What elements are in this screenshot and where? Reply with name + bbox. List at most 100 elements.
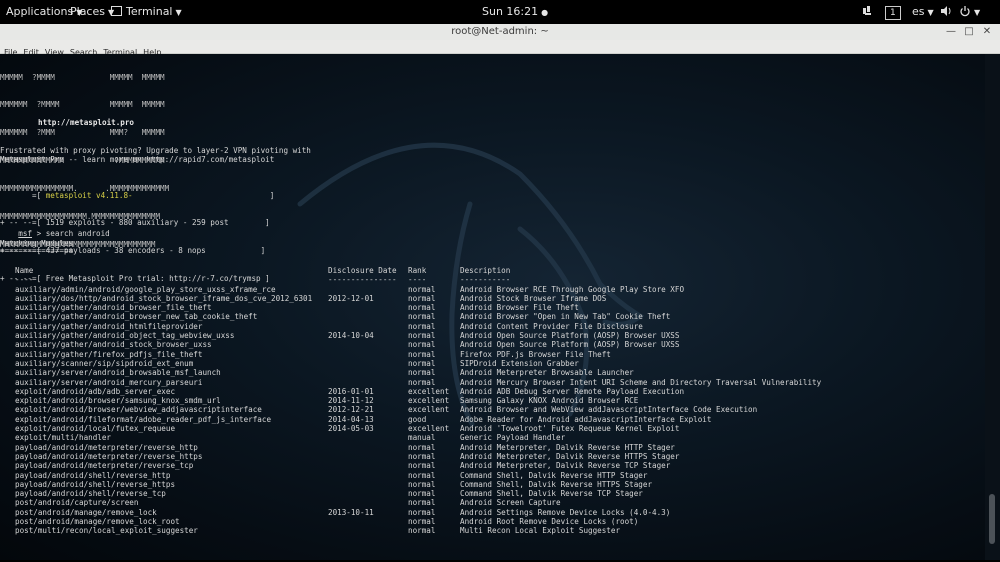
chevron-down-icon: ▼ bbox=[974, 8, 981, 17]
table-row: auxiliary/gather/firefox_pdfjs_file_thef… bbox=[0, 350, 985, 359]
module-name: post/android/capture/screen bbox=[15, 498, 139, 508]
module-name: auxiliary/gather/android_browser_new_tab… bbox=[15, 312, 258, 322]
chevron-down-icon: ▼ bbox=[927, 8, 934, 17]
msf-prompt: msf bbox=[18, 229, 33, 239]
table-row: payload/android/shell/reverse_https norma… bbox=[0, 480, 985, 489]
module-description: Android Content Provider File Disclosure bbox=[460, 321, 643, 331]
module-name: auxiliary/gather/android_object_tag_webv… bbox=[15, 331, 235, 340]
table-row: auxiliary/server/android_mercury_parseur… bbox=[0, 378, 985, 387]
module-name: auxiliary/admin/android/google_play_stor… bbox=[15, 284, 276, 294]
module-name: post/android/manage/remove_lock bbox=[15, 507, 157, 517]
module-rank: normal bbox=[408, 517, 436, 526]
info-version-prefix: =[ bbox=[0, 190, 46, 200]
column-underline-rank: ---- bbox=[408, 275, 427, 284]
table-row: auxiliary/gather/android_object_tag_webv… bbox=[0, 331, 985, 340]
module-date: 2012-12-01 bbox=[328, 293, 374, 303]
table-row: auxiliary/scanner/sip/sipdroid_ext_enum n… bbox=[0, 359, 985, 368]
module-name: exploit/android/browser/webview_addjavas… bbox=[15, 405, 262, 415]
module-name: payload/android/meterpreter/reverse_tcp bbox=[15, 461, 194, 471]
column-header-date: Disclosure Date bbox=[328, 266, 397, 275]
module-rank: normal bbox=[408, 284, 436, 294]
module-name: payload/android/shell/reverse_https bbox=[15, 479, 176, 489]
keyboard-layout-menu[interactable]: es ▼ bbox=[912, 0, 934, 24]
power-icon[interactable]: ▼ bbox=[959, 0, 980, 24]
table-row: post/android/manage/remove_lock 2013-10-1… bbox=[0, 508, 985, 517]
module-description: Android Meterpreter, Dalvik Reverse HTTP… bbox=[460, 451, 680, 461]
module-rank: normal bbox=[408, 489, 436, 499]
menu-bar: File Edit View Search Terminal Help bbox=[0, 40, 1000, 57]
module-description: Android Meterpreter, Dalvik Reverse HTTP… bbox=[460, 442, 675, 452]
table-row: post/android/capture/screen normal Android… bbox=[0, 498, 985, 507]
table-row: auxiliary/dos/http/android_stock_browser… bbox=[0, 294, 985, 303]
table-row: exploit/android/fileformat/adobe_reader_… bbox=[0, 415, 985, 424]
module-description: Android ADB Debug Server Remote Payload … bbox=[460, 386, 685, 396]
module-description: Android Open Source Platform (AOSP) Brow… bbox=[460, 331, 680, 340]
terminal-app-menu[interactable]: Terminal ▼ bbox=[111, 0, 182, 24]
table-row: auxiliary/gather/android_htmlfileprovide… bbox=[0, 322, 985, 331]
window-title: root@Net-admin: ~ bbox=[451, 26, 549, 37]
table-row: payload/android/meterpreter/reverse_http… bbox=[0, 443, 985, 452]
clock-label: Sun 16:21 bbox=[482, 5, 539, 18]
places-menu[interactable]: Places ▼ bbox=[70, 0, 114, 24]
close-button[interactable]: ✕ bbox=[980, 25, 994, 39]
terminal-area[interactable]: MMMMM ?MMMM MMMMM MMMMM MMMMMM ?MMMM MMM… bbox=[0, 54, 985, 560]
module-description: Android Browser RCE Through Google Play … bbox=[460, 284, 685, 294]
module-rank: normal bbox=[408, 293, 436, 303]
module-description: Multi Recon Local Exploit Suggester bbox=[460, 526, 621, 536]
module-name: payload/android/shell/reverse_tcp bbox=[15, 489, 166, 499]
module-rank: normal bbox=[408, 368, 436, 378]
maximize-button[interactable]: □ bbox=[962, 25, 976, 39]
module-description: Command Shell, Dalvik Reverse TCP Stager bbox=[460, 489, 643, 499]
module-description: Android Meterpreter Browsable Launcher bbox=[460, 368, 634, 378]
banner-url: http://metasploit.pro bbox=[38, 118, 135, 127]
minimize-button[interactable]: — bbox=[944, 25, 958, 39]
module-rank: normal bbox=[408, 470, 436, 480]
table-row: exploit/android/adb/adb_server_exec 2016-… bbox=[0, 387, 985, 396]
module-rank: normal bbox=[408, 526, 436, 536]
network-icon[interactable] bbox=[862, 0, 874, 24]
module-name: post/android/manage/remove_lock_root bbox=[15, 517, 180, 526]
column-header-rank: Rank bbox=[408, 266, 427, 275]
notification-dot-icon: ● bbox=[541, 8, 549, 17]
module-name: auxiliary/server/android_mercury_parseur… bbox=[15, 377, 203, 387]
module-name: post/multi/recon/local_exploit_suggester bbox=[15, 526, 198, 536]
module-description: Adobe Reader for Android addJavascriptIn… bbox=[460, 414, 712, 424]
table-row: auxiliary/gather/android_stock_browser_u… bbox=[0, 340, 985, 349]
banner-line: MMMMM ?MMMM MMMMM MMMMM bbox=[0, 72, 165, 82]
workspace-indicator[interactable]: 1 bbox=[885, 0, 901, 24]
banner-line: MMMMMM ?MMM MMM? MMMMM bbox=[0, 128, 165, 138]
module-name: auxiliary/gather/android_browser_file_th… bbox=[15, 303, 212, 313]
table-row: auxiliary/admin/android/google_play_stor… bbox=[0, 285, 985, 294]
module-description: Android 'Towelroot' Futex Requeue Kernel… bbox=[460, 424, 680, 433]
module-rank: normal bbox=[408, 349, 436, 359]
table-row: exploit/multi/handler manual Generic Paylo… bbox=[0, 433, 985, 442]
module-rank: good bbox=[408, 414, 427, 424]
table-row: payload/android/meterpreter/reverse_http… bbox=[0, 452, 985, 461]
module-name: exploit/android/adb/adb_server_exec bbox=[15, 386, 176, 396]
terminal-scrollbar[interactable] bbox=[985, 54, 1000, 560]
module-rank: normal bbox=[408, 461, 436, 471]
pro-message-line: Frustrated with proxy pivoting? Upgrade … bbox=[0, 146, 311, 155]
module-rank: excellent bbox=[408, 424, 450, 433]
module-description: Samsung Galaxy KNOX Android Browser RCE bbox=[460, 396, 639, 406]
volume-icon[interactable] bbox=[940, 0, 952, 24]
info-trial-line: + -- --=[ Free Metasploit Pro trial: htt… bbox=[0, 274, 270, 284]
module-name: auxiliary/scanner/sip/sipdroid_ext_enum bbox=[15, 358, 194, 368]
module-date: 2013-10-11 bbox=[328, 507, 374, 517]
terminal-app-label: Terminal bbox=[126, 5, 173, 18]
table-row: exploit/android/browser/webview_addjavas… bbox=[0, 405, 985, 414]
module-date: 2016-01-01 bbox=[328, 386, 374, 396]
module-rank: normal bbox=[408, 312, 436, 322]
module-name: auxiliary/gather/firefox_pdfjs_file_thef… bbox=[15, 349, 203, 359]
module-rank: normal bbox=[408, 442, 436, 452]
module-rank: normal bbox=[408, 507, 436, 517]
window-titlebar[interactable]: root@Net-admin: ~ — □ ✕ bbox=[0, 24, 1000, 41]
table-row: payload/android/shell/reverse_tcp normal C… bbox=[0, 489, 985, 498]
scrollbar-thumb[interactable] bbox=[989, 494, 995, 544]
module-date: 2014-10-04 bbox=[328, 331, 374, 340]
column-header-description: Description bbox=[460, 266, 511, 275]
module-date: 2014-04-13 bbox=[328, 414, 374, 424]
module-date: 2014-05-03 bbox=[328, 424, 374, 433]
module-date: 2012-12-21 bbox=[328, 405, 374, 415]
clock[interactable]: Sun 16:21 ● bbox=[482, 0, 548, 24]
